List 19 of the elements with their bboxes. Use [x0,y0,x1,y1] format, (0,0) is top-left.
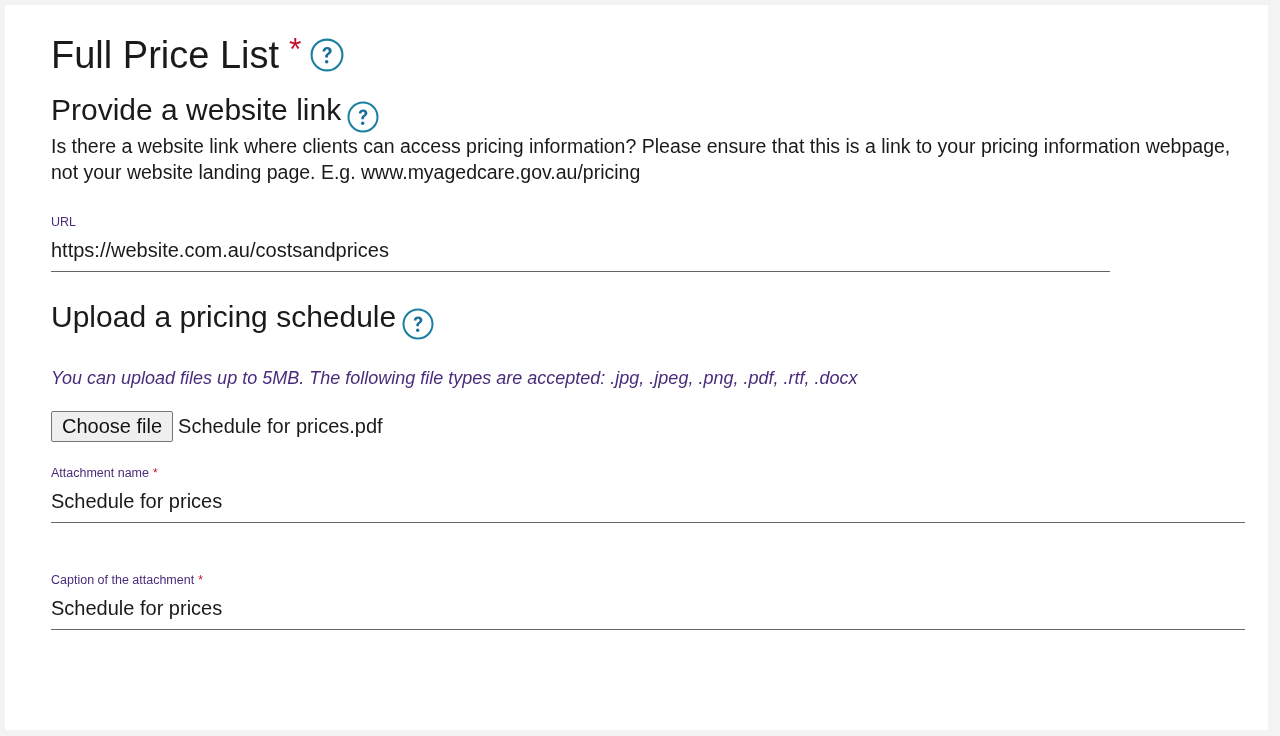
page-title: Full Price List [51,33,280,77]
required-asterisk: * [152,466,158,480]
input-field[interactable]: https://website.com.au/costsandprices [51,231,1110,272]
help-icon[interactable] [402,308,435,340]
hint-text: You can upload files up to 5MB. The following file types are accepted: .jpg, .jpeg, .png, .pdf, .rtf, .docx [51,368,859,389]
input-field[interactable]: Schedule for prices [51,589,1245,630]
input-field[interactable]: Schedule for prices [51,482,1245,523]
field-label: Caption of the attachment [51,573,195,587]
choose-file-button[interactable]: Choose file [51,411,174,442]
file-name: Schedule for prices.pdf [178,415,383,438]
required-asterisk: * [198,573,203,587]
field-label: Attachment name [51,466,149,480]
field-label: URL [51,215,76,229]
help-icon[interactable] [309,38,344,72]
section-heading: Upload a pricing schedule [51,300,397,334]
description-text: Is there a website link where clients can access pricing information? Please ensure that this is a link to your pricing information webpage, not your website landing page. E.g. www.myagedcare.gov.au/pricing [51,134,1232,185]
help-icon[interactable] [347,101,380,133]
required-asterisk: * [289,31,302,68]
section-heading: Provide a website link [51,93,342,127]
